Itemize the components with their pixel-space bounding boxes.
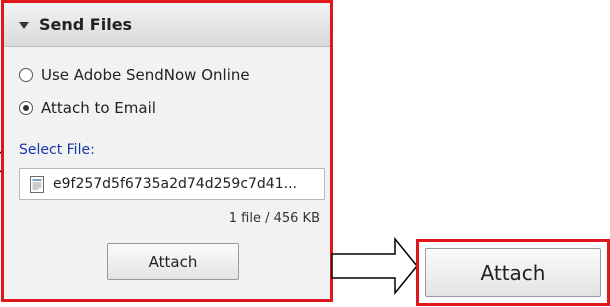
file-name: e9f257d5f6735a2d74d259c7d41... bbox=[53, 176, 297, 192]
option-label: Attach to Email bbox=[41, 99, 156, 117]
screenshot-stage: Send Files Use Adobe SendNow Online Atta… bbox=[0, 0, 610, 307]
callout-arrow-icon bbox=[331, 236, 418, 296]
triangle-down-icon[interactable] bbox=[19, 21, 29, 29]
select-file-label: Select File: bbox=[19, 142, 95, 158]
file-count-size: 1 file / 456 KB bbox=[228, 211, 320, 226]
panel-header[interactable]: Send Files bbox=[4, 3, 330, 47]
radio-sendnow[interactable] bbox=[19, 68, 33, 82]
send-files-panel: Send Files Use Adobe SendNow Online Atta… bbox=[1, 0, 333, 302]
option-attach-to-email[interactable]: Attach to Email bbox=[19, 99, 156, 117]
panel-title: Send Files bbox=[39, 15, 133, 34]
selected-file-field[interactable]: e9f257d5f6735a2d74d259c7d41... bbox=[19, 168, 325, 200]
attach-button[interactable]: Attach bbox=[107, 243, 239, 280]
zoomed-attach-callout: Attach bbox=[416, 239, 610, 306]
radio-attach-email[interactable] bbox=[19, 101, 33, 115]
document-icon bbox=[30, 175, 44, 193]
option-sendnow-online[interactable]: Use Adobe SendNow Online bbox=[19, 66, 250, 84]
option-label: Use Adobe SendNow Online bbox=[41, 66, 250, 84]
zoomed-attach-button[interactable]: Attach bbox=[425, 248, 601, 297]
